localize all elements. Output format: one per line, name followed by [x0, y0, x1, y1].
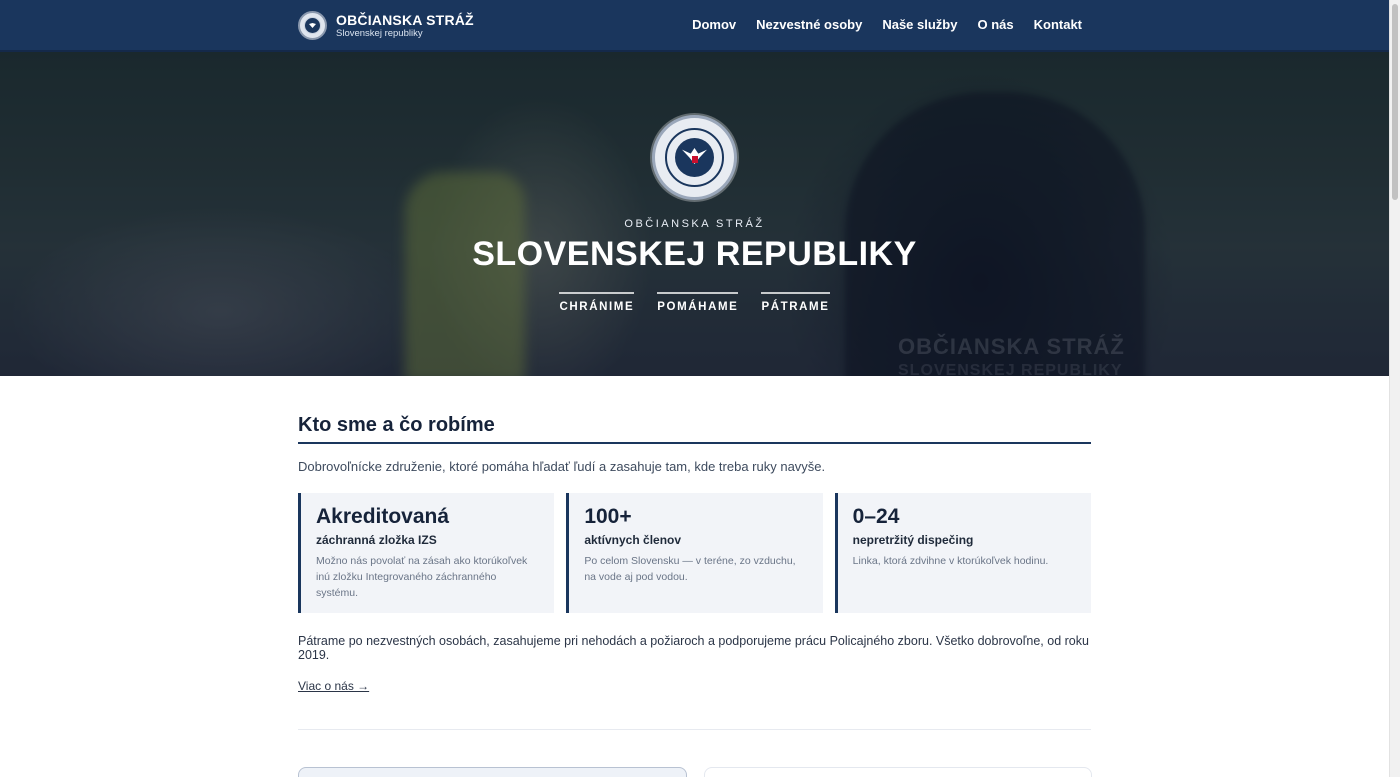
stat-cards: Akreditovaná záchranná zložka IZS Možno … [298, 493, 1091, 613]
next-section-card-right[interactable] [704, 767, 1092, 777]
hero-tag-search: PÁTRAME [761, 292, 830, 313]
about-paragraph: Pátrame po nezvestných osobách, zasahuje… [298, 634, 1089, 662]
stat-card-label: aktívnych členov [584, 533, 682, 547]
hero-banner: OBČIANSKA STRÁŽ SLOVENSKEJ REPUBLIKY OBČ… [0, 52, 1389, 376]
hero-title: SLOVENSKEJ REPUBLIKY [472, 235, 917, 273]
stat-card-label: záchranná zložka IZS [316, 533, 437, 547]
brand-logo-link[interactable]: OBČIANSKA STRÁŽ Slovenskej republiky [298, 11, 474, 40]
hero-kicker: OBČIANSKA STRÁŽ [624, 218, 765, 230]
emblem-icon [298, 11, 327, 40]
stat-card-accredited: Akreditovaná záchranná zložka IZS Možno … [298, 493, 555, 613]
stat-card-label: nepretržitý dispečing [852, 533, 974, 547]
nav-link-contact[interactable]: Kontakt [1034, 17, 1082, 32]
hero-overlay [0, 52, 1389, 376]
stat-card-dispatch: 0–24 nepretržitý dispečing Linka, ktorá … [834, 493, 1091, 613]
nav-link-services[interactable]: Naše služby [882, 17, 957, 32]
stat-card-value: 0–24 [852, 505, 900, 528]
section-title: Kto sme a čo robíme [298, 414, 1091, 444]
stat-card-description: Linka, ktorá zdvihne v ktorúkoľvek hodin… [852, 555, 1049, 567]
scrollbar-thumb[interactable] [1392, 4, 1398, 200]
site-header: OBČIANSKA STRÁŽ Slovenskej republiky Dom… [0, 0, 1389, 52]
hero-tag-protect: CHRÁNIME [559, 292, 635, 313]
page-scrollbar[interactable] [1389, 0, 1400, 777]
brand-title: OBČIANSKA STRÁŽ [336, 12, 474, 28]
stat-card-members: 100+ aktívnych členov Po celom Slovensku… [566, 493, 823, 613]
main-nav: Domov Nezvestné osoby Naše služby O nás … [692, 17, 1082, 32]
seal-emblem-icon [652, 115, 737, 200]
stat-card-value: 100+ [584, 505, 632, 528]
nav-link-about[interactable]: O nás [977, 17, 1013, 32]
more-about-link[interactable]: Viac o nás → [298, 679, 369, 693]
stat-card-description: Po celom Slovensku — v teréne, zo vzduch… [584, 555, 796, 583]
stat-card-description: Možno nás povolať na zásah ako ktorúkoľv… [316, 555, 528, 599]
section-lead: Dobrovoľnícke združenie, ktoré pomáha hľ… [298, 459, 826, 474]
hero-tags: CHRÁNIME POMÁHAME PÁTRAME [0, 292, 1389, 313]
nav-link-home[interactable]: Domov [692, 17, 736, 32]
about-section: Kto sme a čo robíme Dobrovoľnícke združe… [298, 376, 1091, 695]
hero-tag-help: POMÁHAME [657, 292, 739, 313]
nav-link-missing-persons[interactable]: Nezvestné osoby [756, 17, 862, 32]
next-section-card-left[interactable] [298, 767, 687, 777]
stat-card-value: Akreditovaná [316, 505, 450, 528]
section-divider [298, 729, 1091, 730]
brand-subtitle: Slovenskej republiky [336, 28, 423, 39]
